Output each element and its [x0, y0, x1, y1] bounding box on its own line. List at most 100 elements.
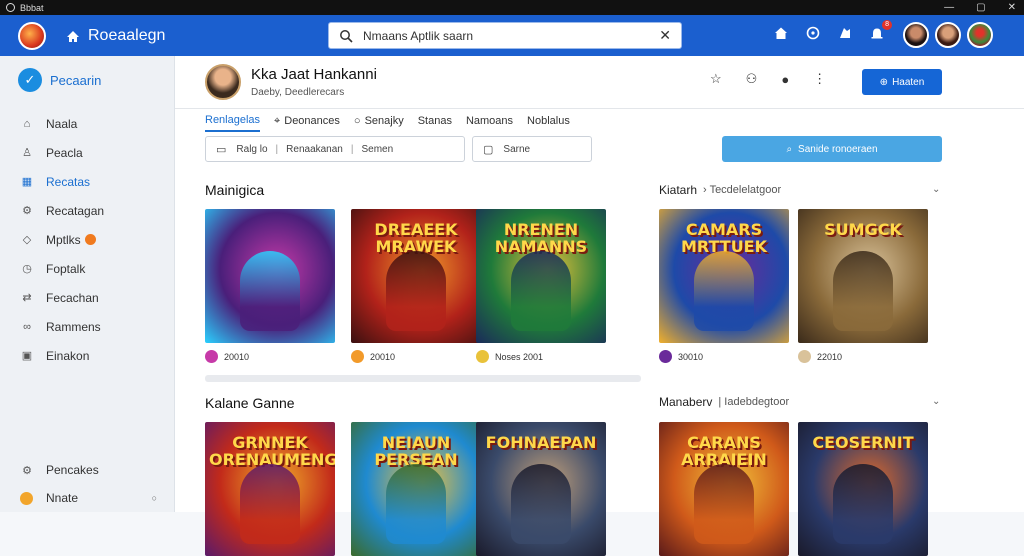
game-thumbnail-title: GRNNEK ORENAUMENG	[209, 433, 335, 469]
game-thumbnail[interactable]: CARANS ARRAIEIN	[659, 422, 789, 556]
sidebar-item-label: Foptalk	[46, 261, 86, 276]
game-card[interactable]: 20010	[205, 209, 335, 363]
sidebar-item-recatas[interactable]: ▦ Recatas	[0, 167, 174, 196]
share-icon: ⇄	[22, 292, 32, 304]
sidebar-item-rammens[interactable]: ∞ Rammens	[0, 312, 174, 341]
maximize-icon[interactable]: ▢	[976, 2, 985, 13]
tab-stanas[interactable]: Stanas	[418, 114, 452, 132]
profile-avatar[interactable]	[205, 64, 241, 100]
clear-search-icon[interactable]: ✕	[659, 27, 671, 44]
header-avatars	[903, 22, 993, 48]
sidebar-item-foptalk[interactable]: ◷ Foptalk	[0, 254, 174, 283]
game-card[interactable]: FOHNAEPAN	[476, 422, 606, 556]
tab-label: Namoans	[465, 115, 514, 127]
tab-senajky[interactable]: ○ Senajky	[354, 114, 404, 132]
game-thumbnail[interactable]: SUMGCK	[798, 209, 928, 343]
primary-action-button[interactable]: ⊕ Haaten	[862, 69, 942, 95]
character-figure	[694, 464, 754, 544]
sidebar-item-label: Rammens	[46, 319, 101, 334]
minimize-icon[interactable]: —	[944, 2, 954, 13]
sidebar-item-einakon[interactable]: ▣ Einakon	[0, 341, 174, 370]
avatar[interactable]	[935, 22, 961, 48]
sidebar-item-peacla[interactable]: ♙ Peacla	[0, 138, 174, 167]
settings-dot-icon[interactable]: ○	[152, 493, 157, 503]
search-input[interactable]	[363, 28, 660, 43]
home-icon[interactable]	[66, 29, 80, 43]
game-card[interactable]: NRENEN NAMANNS Noses 2001	[476, 209, 606, 363]
game-thumbnail[interactable]	[205, 209, 335, 343]
gear-icon: ⚙	[22, 464, 32, 477]
coin-icon	[20, 491, 33, 505]
circle-icon: ○	[353, 115, 361, 127]
game-card[interactable]: DREAEEK MRAWEK 20010	[351, 209, 481, 363]
link-icon: ∞	[23, 320, 31, 333]
filter-field[interactable]: ▭ Ralg lo | Renaakanan | Semen	[205, 136, 465, 162]
game-meta-label: Noses 2001	[495, 351, 544, 362]
sidebar-item-fecachan[interactable]: ⇄ Fecachan	[0, 283, 174, 312]
tab-renlagelas[interactable]: Renlagelas	[205, 114, 261, 132]
os-logo-icon	[6, 3, 15, 12]
chevron-down-icon[interactable]: ⌄	[932, 184, 940, 195]
game-card[interactable]: GRNNEK ORENAUMENG	[205, 422, 335, 556]
game-thumbnail[interactable]: CEOSERNIT	[798, 422, 928, 556]
avatar[interactable]	[903, 22, 929, 48]
compass-icon[interactable]	[804, 24, 822, 42]
game-thumbnail[interactable]: DREAEEK MRAWEK	[351, 209, 481, 343]
chat-icon[interactable]: ●	[781, 72, 789, 87]
search-bar[interactable]: ✕	[328, 22, 682, 49]
app-logo[interactable]	[18, 21, 46, 50]
star-icon[interactable]: ☆	[710, 71, 722, 87]
character-figure	[511, 464, 571, 544]
game-thumbnail[interactable]: FOHNAEPAN	[476, 422, 606, 556]
game-card[interactable]: CAMARS MRTTUEK 30010	[659, 209, 789, 363]
sidebar-brand[interactable]: ✓ Pecaarin	[0, 56, 174, 104]
horizontal-scrollbar[interactable]	[205, 375, 641, 382]
tab-noblalus[interactable]: Noblalus	[527, 114, 570, 132]
game-card[interactable]: SUMGCK 22010	[798, 209, 928, 363]
publisher-icon	[659, 350, 672, 363]
game-card[interactable]: CEOSERNIT	[798, 422, 928, 556]
tab-label: Renlagelas	[205, 114, 261, 126]
search-button[interactable]: ⌕ Sanide ronoeraen	[722, 136, 942, 162]
sidebar-item-nnate[interactable]: Nnate ○	[0, 484, 175, 512]
game-thumbnail[interactable]: GRNNEK ORENAUMENG	[205, 422, 335, 556]
profile-actions: ☆ ⚇ ● ⋮	[710, 71, 826, 87]
character-figure	[240, 251, 300, 331]
character-figure	[833, 251, 893, 331]
game-meta-label: 30010	[678, 351, 704, 362]
gamepad-icon[interactable]	[836, 24, 854, 42]
app-name: Roeaalegn	[88, 26, 166, 44]
sidebar-item-mptlks[interactable]: ◇ Mptlks	[0, 225, 174, 254]
game-card[interactable]: NEIAUN PERSEAN	[351, 422, 481, 556]
bell-icon[interactable]: 8	[868, 20, 892, 42]
grid-icon: ▦	[21, 176, 33, 188]
game-meta-label: 20010	[224, 351, 250, 362]
handshake-icon[interactable]: ⚇	[746, 71, 758, 87]
game-thumbnail-title: FOHNAEPAN	[485, 433, 597, 452]
chevron-down-icon[interactable]: ⌄	[932, 396, 940, 407]
section-title: Mainigica	[205, 182, 265, 198]
tag-icon: ◇	[22, 234, 32, 246]
character-figure	[386, 251, 446, 331]
os-title: Bbbat	[20, 2, 44, 13]
filter-part: Semen	[361, 143, 394, 155]
avatar[interactable]	[967, 22, 993, 48]
game-card[interactable]: CARANS ARRAIEIN	[659, 422, 789, 556]
publisher-icon	[798, 350, 811, 363]
game-thumbnail[interactable]: NRENEN NAMANNS	[476, 209, 606, 343]
game-thumbnail[interactable]: NEIAUN PERSEAN	[351, 422, 481, 556]
game-thumbnail-title: NEIAUN PERSEAN	[374, 433, 458, 469]
tab-deonances[interactable]: ⌖ Deonances	[274, 114, 340, 132]
section-aside: Kiatarh › Tecdelelatgoor	[659, 183, 781, 197]
sort-field[interactable]: ▢ Sarne	[472, 136, 592, 162]
tab-namoans[interactable]: Namoans	[466, 114, 513, 132]
sidebar-item-pencakes[interactable]: ⚙ Pencakes	[0, 456, 175, 484]
sidebar-item-recatagan[interactable]: ⚙ Recatagan	[0, 196, 174, 225]
more-icon[interactable]: ⋮	[813, 71, 826, 87]
tab-label: Stanas	[417, 115, 452, 127]
close-window-icon[interactable]: ✕	[1008, 2, 1016, 13]
sidebar-item-naala[interactable]: ⌂ Naala	[0, 109, 174, 138]
house-icon[interactable]	[772, 24, 790, 42]
search-icon	[340, 29, 353, 43]
game-thumbnail[interactable]: CAMARS MRTTUEK	[659, 209, 789, 343]
